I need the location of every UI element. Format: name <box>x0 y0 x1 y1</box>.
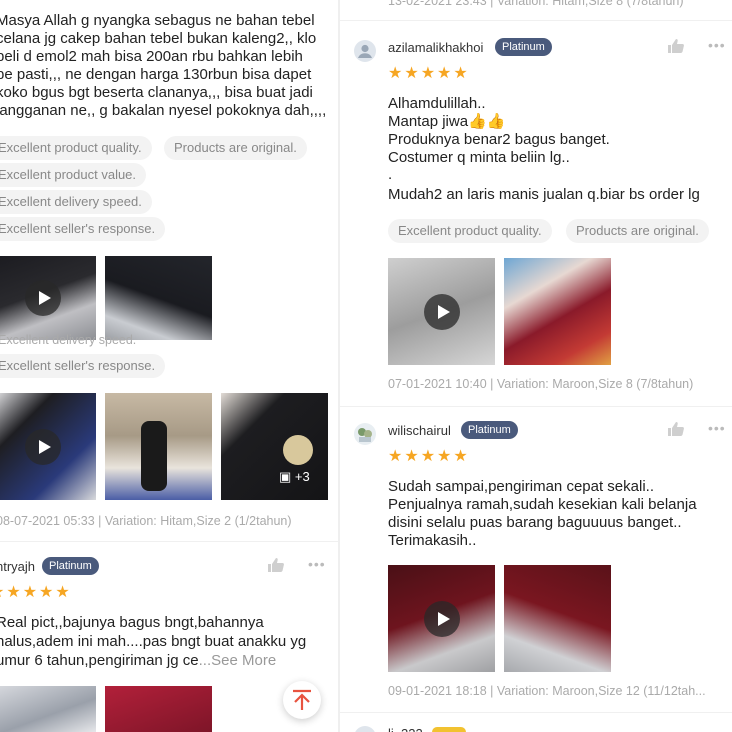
review-text-line: halus,adem ini mah....pas bngt buat anak… <box>0 633 307 650</box>
platinum-badge: Platinum <box>495 38 552 56</box>
left-review-column: Masya Allah g nyangka sebagus ne bahan t… <box>0 0 338 732</box>
divider <box>340 20 732 21</box>
review-text-line: . <box>388 166 393 183</box>
review-text-line: Real pict,,bajunya bagus bngt,bahannya <box>0 614 264 631</box>
username[interactable]: wilischairul <box>388 423 451 438</box>
review-text-line: pe pasti,,, ne dengan harga 130rbun bisa… <box>0 66 312 83</box>
review-photo-thumbnail[interactable] <box>0 686 96 732</box>
tag-delivery-speed: Excellent delivery speed. <box>0 190 152 214</box>
review-video-thumbnail[interactable] <box>0 256 96 340</box>
tag-products-original: Products are original. <box>566 219 709 243</box>
tag-seller-response: Excellent seller's response. <box>0 217 166 241</box>
right-review-column: 13-02-2021 23:43 | Variation: Hitam,Size… <box>340 0 732 732</box>
review-photo-thumbnail[interactable] <box>504 565 611 672</box>
review-text-line: Mantap jiwa👍👍 <box>388 113 506 130</box>
review-photo-thumbnail[interactable] <box>105 256 212 340</box>
scroll-top-button[interactable] <box>283 681 321 719</box>
review-video-thumbnail[interactable] <box>388 565 495 672</box>
more-photos-count[interactable]: ▣ +3 <box>279 469 310 485</box>
review-text-line: Penjualnya ramah,sudah kesekian kali bel… <box>388 496 697 513</box>
review-photo-thumbnail[interactable] <box>105 393 212 500</box>
tag-product-value: Excellent product value. <box>0 163 147 187</box>
review-meta: 08-07-2021 05:33 | Variation: Hitam,Size… <box>0 514 292 528</box>
avatar[interactable] <box>354 726 376 732</box>
scroll-top-icon <box>293 689 311 710</box>
username[interactable]: li_222 <box>388 726 423 732</box>
review-text-line: Mudah2 an laris manis jualan q.biar bs o… <box>388 186 700 203</box>
like-icon[interactable] <box>668 422 684 436</box>
review-text-line: Produknya benar2 bagus banget. <box>388 131 610 148</box>
tag-product-quality: Excellent product quality. <box>0 136 152 160</box>
user-icon <box>358 44 372 58</box>
review-text-line: disini selalu puas barang baguuuus bange… <box>388 514 682 531</box>
see-more-link[interactable]: ...See More <box>199 652 277 669</box>
rating-stars: ★★★★★ <box>388 65 470 82</box>
divider <box>0 541 338 542</box>
review-text-fragment: umur 6 tahun,pengiriman jg ce <box>0 652 199 669</box>
gold-badge <box>432 727 466 732</box>
play-icon <box>423 600 460 637</box>
review-photo-thumbnail[interactable]: ▣ +3 <box>221 393 328 500</box>
overlay-text: Excellent delivery speed. <box>0 333 137 347</box>
divider <box>340 712 732 713</box>
platinum-badge: Platinum <box>42 557 99 575</box>
play-icon <box>423 293 460 330</box>
review-meta: 09-01-2021 18:18 | Variation: Maroon,Siz… <box>388 684 706 698</box>
review-text-line: Masya Allah g nyangka sebagus ne bahan t… <box>0 12 315 29</box>
like-icon[interactable] <box>268 558 284 572</box>
avatar[interactable] <box>354 423 376 445</box>
review-text-line: Alhamdulillah.. <box>388 95 486 112</box>
review-photo-thumbnail[interactable] <box>504 258 611 365</box>
review-meta: 13-02-2021 23:43 | Variation: Hitam,Size… <box>388 0 684 8</box>
more-icon[interactable]: ••• <box>708 420 726 436</box>
tag-seller-response-2: Excellent seller's response. <box>0 354 166 378</box>
review-text-line: beli d emol2 mah bisa 200an rbu bahkan l… <box>0 48 303 65</box>
review-photo-thumbnail[interactable] <box>105 686 212 732</box>
review-text-line: umur 6 tahun,pengiriman jg ce...See More <box>0 652 276 671</box>
rating-stars: ★★★★★ <box>0 584 72 601</box>
rating-stars: ★★★★★ <box>388 448 470 465</box>
photo-detail <box>283 435 313 465</box>
review-meta: 07-01-2021 10:40 | Variation: Maroon,Siz… <box>388 377 694 391</box>
avatar-image <box>358 428 372 442</box>
avatar[interactable] <box>354 40 376 62</box>
photo-subject <box>141 421 167 491</box>
more-icon[interactable]: ••• <box>708 37 726 53</box>
review-text-line: celana jg cakep bahan tebel bukan kaleng… <box>0 30 317 47</box>
tag-product-quality: Excellent product quality. <box>388 219 552 243</box>
like-icon[interactable] <box>668 39 684 53</box>
review-text-line: langganan ne,, g bakalan nyesel pokoknya… <box>0 102 327 119</box>
review-video-thumbnail[interactable] <box>388 258 495 365</box>
username[interactable]: ntryajh <box>0 559 35 574</box>
review-text-line: koko bgus bgt beserta clananya,,, bisa b… <box>0 84 313 101</box>
review-text-line: Terimakasih.. <box>388 532 477 549</box>
image-icon: ▣ <box>279 469 292 484</box>
username[interactable]: azilamalikhakhoi <box>388 40 483 55</box>
divider <box>340 406 732 407</box>
more-photos-label: +3 <box>294 469 310 484</box>
platinum-badge: Platinum <box>461 421 518 439</box>
review-text-line: Sudah sampai,pengiriman cepat sekali.. <box>388 478 654 495</box>
review-text-line: Costumer q minta beliin lg.. <box>388 149 570 166</box>
play-icon <box>25 280 61 316</box>
tag-products-original: Products are original. <box>164 136 307 160</box>
play-icon <box>25 428 61 465</box>
review-video-thumbnail[interactable] <box>0 393 96 500</box>
more-icon[interactable]: ••• <box>308 556 326 572</box>
